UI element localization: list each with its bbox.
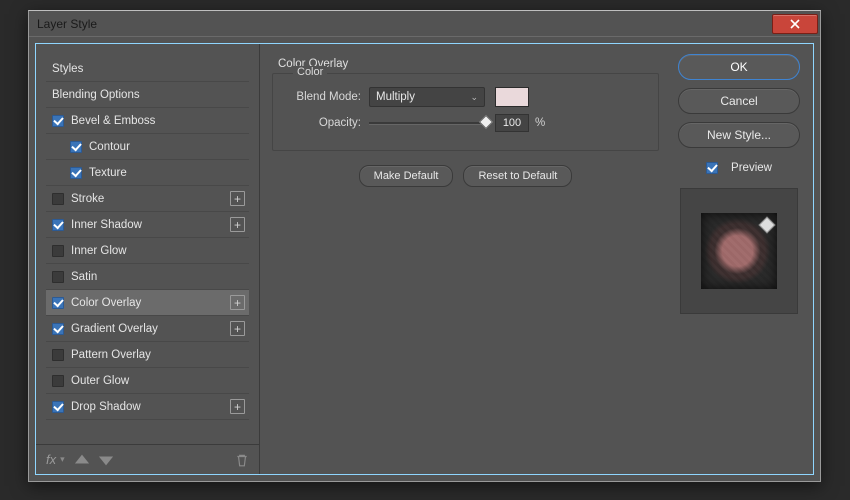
sidebar-item-label: Inner Shadow (71, 219, 142, 231)
sidebar-item-bevel-emboss[interactable]: Bevel & Emboss (46, 108, 249, 134)
move-down-icon[interactable] (99, 453, 113, 467)
sidebar-item-contour[interactable]: Contour (46, 134, 249, 160)
sidebar-item-label: Pattern Overlay (71, 349, 151, 361)
styles-list: Styles Blending Options Bevel & Emboss Co… (36, 50, 259, 444)
add-effect-icon[interactable]: + (230, 321, 245, 336)
fx-menu-button[interactable]: fx (46, 452, 56, 467)
sidebar-item-blending-options[interactable]: Blending Options (46, 82, 249, 108)
add-effect-icon[interactable]: + (230, 295, 245, 310)
add-effect-icon[interactable]: + (230, 399, 245, 414)
preview-label: Preview (731, 162, 772, 174)
options-panel: Color Overlay Color Blend Mode: Multiply… (260, 44, 671, 474)
default-buttons-row: Make Default Reset to Default (272, 165, 659, 187)
opacity-unit: % (535, 117, 545, 129)
add-effect-icon[interactable]: + (230, 217, 245, 232)
cancel-button[interactable]: Cancel (678, 88, 800, 114)
effect-checkbox[interactable] (70, 141, 82, 153)
layer-style-dialog: Layer Style Styles Blending Options Beve… (28, 10, 821, 482)
preview-thumbnail (701, 213, 777, 289)
chevron-down-icon: ⌄ (470, 92, 478, 103)
effect-checkbox[interactable] (52, 219, 64, 231)
styles-sidebar: Styles Blending Options Bevel & Emboss Co… (36, 44, 260, 474)
effect-checkbox[interactable] (70, 167, 82, 179)
panel-title: Color Overlay (278, 58, 659, 70)
sidebar-item-label: Outer Glow (71, 375, 129, 387)
sidebar-item-label: Styles (52, 63, 83, 75)
opacity-row: Opacity: 100 % (287, 110, 644, 136)
sidebar-item-color-overlay[interactable]: Color Overlay + (46, 290, 249, 316)
sidebar-item-gradient-overlay[interactable]: Gradient Overlay + (46, 316, 249, 342)
sidebar-item-label: Bevel & Emboss (71, 115, 155, 127)
sidebar-item-inner-shadow[interactable]: Inner Shadow + (46, 212, 249, 238)
window-close-button[interactable] (772, 14, 818, 34)
dialog-body: Styles Blending Options Bevel & Emboss Co… (35, 43, 814, 475)
blend-mode-label: Blend Mode: (287, 91, 369, 103)
effect-checkbox[interactable] (52, 349, 64, 361)
effect-checkbox[interactable] (52, 193, 64, 205)
trash-icon[interactable] (235, 453, 249, 467)
group-legend: Color (293, 66, 327, 78)
color-group: Color Blend Mode: Multiply ⌄ Opacity: (272, 73, 659, 151)
slider-thumb[interactable] (479, 115, 493, 129)
sidebar-item-label: Stroke (71, 193, 104, 205)
sidebar-item-drop-shadow[interactable]: Drop Shadow + (46, 394, 249, 420)
new-style-button[interactable]: New Style... (678, 122, 800, 148)
close-icon (790, 19, 800, 29)
move-up-icon[interactable] (75, 453, 89, 467)
sidebar-item-inner-glow[interactable]: Inner Glow (46, 238, 249, 264)
sidebar-item-label: Contour (89, 141, 130, 153)
effect-checkbox[interactable] (52, 297, 64, 309)
effect-checkbox[interactable] (52, 245, 64, 257)
effect-checkbox[interactable] (52, 115, 64, 127)
sidebar-item-texture[interactable]: Texture (46, 160, 249, 186)
preview-box (680, 188, 798, 314)
make-default-button[interactable]: Make Default (359, 165, 454, 187)
add-effect-icon[interactable]: + (230, 191, 245, 206)
preview-toggle[interactable]: Preview (706, 162, 772, 174)
color-swatch[interactable] (495, 87, 529, 107)
opacity-slider[interactable] (369, 115, 489, 131)
sidebar-item-pattern-overlay[interactable]: Pattern Overlay (46, 342, 249, 368)
effect-checkbox[interactable] (52, 323, 64, 335)
sidebar-item-label: Drop Shadow (71, 401, 141, 413)
effect-checkbox[interactable] (52, 271, 64, 283)
effect-checkbox[interactable] (52, 401, 64, 413)
reset-default-button[interactable]: Reset to Default (463, 165, 572, 187)
preview-checkbox[interactable] (706, 162, 718, 174)
blend-mode-value: Multiply (376, 91, 415, 103)
ok-button[interactable]: OK (678, 54, 800, 80)
action-column: OK Cancel New Style... Preview (671, 44, 813, 474)
sidebar-item-label: Gradient Overlay (71, 323, 158, 335)
sidebar-item-label: Color Overlay (71, 297, 141, 309)
opacity-label: Opacity: (287, 117, 369, 129)
slider-track (369, 122, 489, 124)
sidebar-item-label: Satin (71, 271, 97, 283)
sidebar-item-satin[interactable]: Satin (46, 264, 249, 290)
window-title: Layer Style (37, 17, 97, 31)
sidebar-item-stroke[interactable]: Stroke + (46, 186, 249, 212)
fx-caret-icon: ▾ (60, 454, 65, 465)
titlebar: Layer Style (29, 11, 820, 37)
blend-mode-select[interactable]: Multiply ⌄ (369, 87, 485, 107)
sidebar-footer: fx ▾ (36, 444, 259, 474)
sidebar-item-label: Blending Options (52, 89, 140, 101)
sidebar-item-styles[interactable]: Styles (46, 56, 249, 82)
sidebar-item-label: Texture (89, 167, 127, 179)
opacity-input[interactable]: 100 (495, 114, 529, 132)
sidebar-item-outer-glow[interactable]: Outer Glow (46, 368, 249, 394)
effect-checkbox[interactable] (52, 375, 64, 387)
blend-mode-row: Blend Mode: Multiply ⌄ (287, 84, 644, 110)
sidebar-item-label: Inner Glow (71, 245, 127, 257)
